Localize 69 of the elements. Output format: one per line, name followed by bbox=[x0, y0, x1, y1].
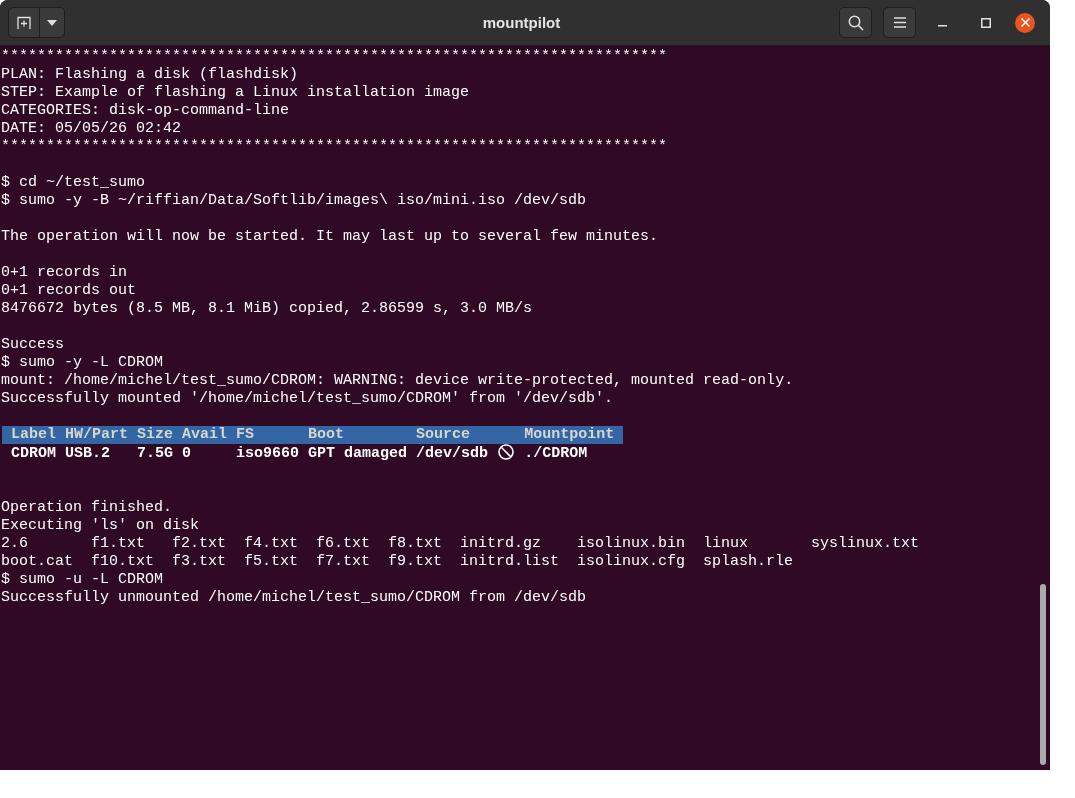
table-cell: USB.2 bbox=[56, 444, 129, 463]
terminal-line: $ sumo -u -L CDROM bbox=[1, 571, 164, 589]
maximize-icon bbox=[981, 17, 991, 28]
file-name: f4.txt bbox=[244, 535, 298, 552]
terminal-line: $ cd ~/test_sumo bbox=[1, 174, 146, 192]
file-name: f5.txt bbox=[244, 553, 298, 570]
file-name: f1.txt bbox=[91, 535, 145, 552]
file-name: f2.txt bbox=[172, 535, 226, 552]
file-name: initrd.list bbox=[460, 553, 560, 570]
column-header: Source bbox=[407, 426, 516, 444]
table-cell: CDROM bbox=[2, 444, 56, 463]
file-name: boot.cat bbox=[1, 553, 73, 570]
terminal-line: DATE: 05/05/26 02:42 bbox=[1, 120, 182, 138]
terminal-line: mount: /home/michel/test_sumo/CDROM: WARNING: device write-protected, mounted read-only. bbox=[1, 372, 794, 390]
column-header: FS bbox=[227, 426, 300, 444]
tab-plus-icon bbox=[17, 15, 31, 30]
terminal-line: 8476672 bytes (8.5 MB, 8.1 MiB) copied, 2.86599 s, 3.0 MB/s bbox=[1, 300, 533, 318]
new-tab-button[interactable] bbox=[8, 7, 40, 38]
terminal-line: 0+1 records out bbox=[1, 282, 137, 300]
file-name: isolinux.bin bbox=[577, 535, 686, 552]
terminal-line: $ sumo -y -L CDROM bbox=[1, 354, 164, 372]
table-cell: 7.5G bbox=[128, 444, 174, 463]
column-header: Mountpoint bbox=[515, 426, 624, 444]
terminal-line: Successfully unmounted /home/michel/test_sumo/CDROM from /dev/sdb bbox=[1, 589, 587, 607]
file-name: f10.txt bbox=[91, 553, 154, 570]
file-name: f3.txt bbox=[172, 553, 226, 570]
scrollbar-thumb[interactable] bbox=[1040, 584, 1046, 765]
terminal-line: $ sumo -y -B ~/riffian/Data/Softlib/images\ iso/mini.iso /dev/sdb bbox=[1, 192, 587, 210]
terminal-line: PLAN: Flashing a disk (flashdisk) bbox=[1, 66, 299, 84]
file-name: isolinux.cfg bbox=[577, 553, 686, 570]
terminal-line: ************************************************************************** bbox=[1, 48, 668, 66]
menu-icon bbox=[893, 17, 906, 28]
minimize-icon bbox=[937, 24, 947, 27]
column-header: Size bbox=[128, 426, 174, 444]
terminal-line: CATEGORIES: disk-op-command-line bbox=[1, 102, 290, 120]
terminal-line: STEP: Example of flashing a Linux installation image bbox=[1, 84, 470, 102]
column-header: Label bbox=[2, 426, 56, 444]
file-name: linux bbox=[703, 535, 748, 552]
table-cell: iso9660 bbox=[227, 444, 300, 463]
terminal-line: ************************************************************************** bbox=[1, 138, 668, 156]
terminal-line: Executing 'ls' on disk bbox=[1, 517, 200, 535]
caret-down-icon bbox=[47, 19, 57, 26]
file-name: f9.txt bbox=[388, 553, 442, 570]
terminal-line: Success bbox=[1, 336, 64, 354]
file-name: f6.txt bbox=[316, 535, 370, 552]
file-name: syslinux.txt bbox=[811, 535, 920, 552]
close-icon bbox=[1020, 18, 1030, 27]
file-name: splash.rle bbox=[703, 553, 793, 570]
column-header: Avail bbox=[173, 426, 228, 444]
file-name: initrd.gz bbox=[460, 535, 541, 552]
column-header: Boot bbox=[299, 426, 408, 444]
file-name: 2.6 bbox=[1, 535, 28, 552]
terminal-line: The operation will now be started. It may last up to several few minutes. bbox=[1, 228, 659, 246]
terminal-line: Operation finished. bbox=[1, 499, 173, 517]
search-button[interactable] bbox=[839, 7, 872, 38]
terminal-line: 0+1 records in bbox=[1, 264, 128, 282]
dropdown-button[interactable] bbox=[40, 7, 65, 38]
table-cell: 0 bbox=[173, 444, 228, 463]
menu-button[interactable] bbox=[883, 7, 916, 38]
table-cell: GPT damaged bbox=[299, 444, 408, 463]
column-header: HW/Part bbox=[56, 426, 129, 444]
table-cell: /dev/sdb bbox=[416, 445, 489, 462]
close-button[interactable] bbox=[1015, 12, 1035, 33]
search-icon bbox=[847, 14, 864, 31]
window-title: mountpilot bbox=[482, 14, 561, 31]
file-name: f8.txt bbox=[388, 535, 442, 552]
file-name: f7.txt bbox=[316, 553, 370, 570]
table-cell: ./CDROM bbox=[515, 444, 624, 463]
terminal-line: Successfully mounted '/home/michel/test_sumo/CDROM' from '/dev/sdb'. bbox=[1, 390, 614, 408]
